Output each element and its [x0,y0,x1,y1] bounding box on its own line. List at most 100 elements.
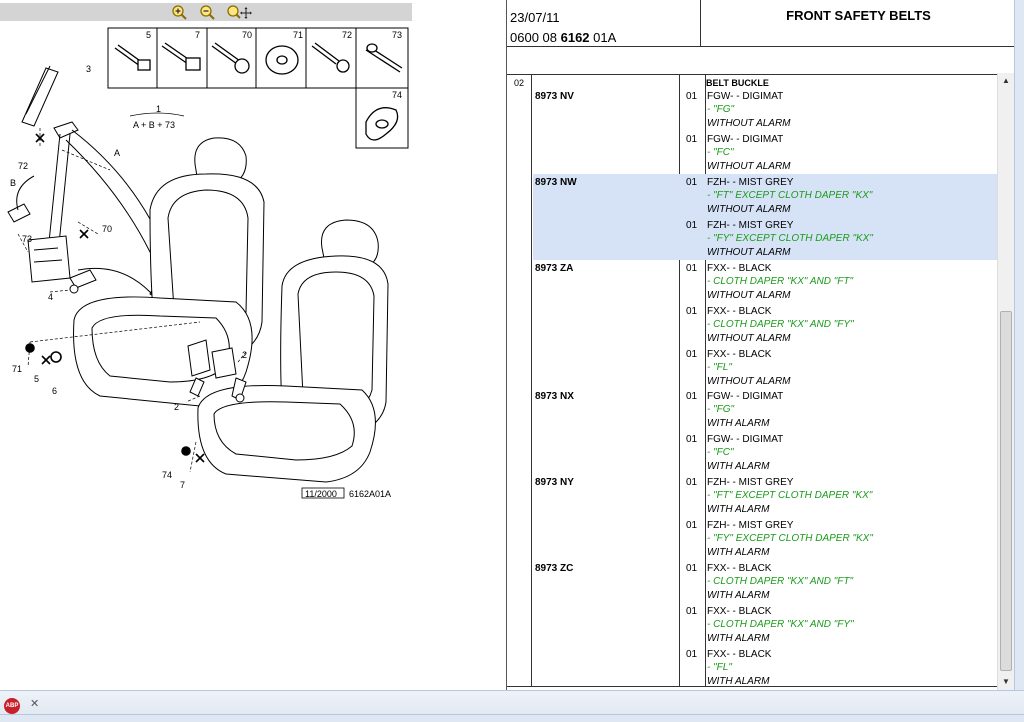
quantity: 01 [686,606,698,617]
callout: 72 [18,161,28,171]
scrollbar-thumb[interactable] [1000,311,1012,671]
kit-formula: A + B + 73 [133,120,175,130]
item-name: FXX- - BLACK [707,349,772,360]
item-name: FGW- - DIGIMAT [707,91,784,102]
item-name: FXX- - BLACK [707,263,772,274]
part-label: 73 [392,30,402,40]
item-condition: - "FT" EXCEPT CLOTH DAPER "KX" [707,190,873,201]
callout: 70 [102,224,112,234]
item-condition: - "FC" [707,147,734,158]
part-label: 70 [242,30,252,40]
item-condition: - "FC" [707,447,734,458]
quantity: 01 [686,349,698,360]
list-item[interactable]: 01 FGW- - DIGIMAT - "FC" WITH ALARM [679,434,1001,474]
group-column: 02 [507,75,532,686]
reference-code: 8973 NV [535,91,574,102]
scroll-up-icon[interactable]: ▲ [998,73,1014,89]
drawing-panel: 5 7 70 71 72 73 74 1 A + B + 73 3 72 A B… [0,0,505,690]
callout: 3 [86,64,91,74]
list-subheader [507,47,1014,75]
page-title: FRONT SAFETY BELTS [786,8,931,23]
adblock-icon[interactable]: ABP [4,698,20,714]
quantity: 01 [686,134,698,145]
list-item[interactable]: 01 FXX- - BLACK - "FL" WITH ALARM [679,649,1001,687]
belt-assembly [7,65,173,303]
item-alarm: WITHOUT ALARM [707,204,791,215]
item-alarm: WITHOUT ALARM [707,161,791,172]
seat-rear [73,137,265,407]
callout: 5 [34,374,39,384]
item-alarm: WITHOUT ALARM [707,290,791,301]
ref-bold: 6162 [560,30,590,45]
item-condition: - CLOTH DAPER "KX" AND "FT" [707,276,854,287]
kit-number: 1 [156,104,161,114]
item-alarm: WITHOUT ALARM [707,247,791,258]
list-item[interactable]: 01 FZH- - MIST GREY - "FY" EXCEPT CLOTH … [679,520,1001,560]
item-condition: - CLOTH DAPER "KX" AND "FY" [707,319,854,330]
quantity: 01 [686,91,698,102]
list-item[interactable]: 01 FGW- - DIGIMAT - "FG" WITHOUT ALARM [679,91,1001,131]
close-icon[interactable]: ✕ [30,697,39,710]
list-item[interactable]: 01 FZH- - MIST GREY - "FY" EXCEPT CLOTH … [679,220,1001,260]
window-edge [1014,0,1024,722]
list-item[interactable]: 01 FGW- - DIGIMAT - "FG" WITH ALARM [679,391,1001,431]
reference-row[interactable]: 8973 ZA 01 FXX- - BLACK - CLOTH DAPER "K… [533,260,1001,388]
list-item[interactable]: 01 FXX- - BLACK - CLOTH DAPER "KX" AND "… [679,606,1001,646]
part-label: 7 [195,30,200,40]
quantity: 01 [686,520,698,531]
quantity: 01 [686,391,698,402]
item-name: FGW- - DIGIMAT [707,134,784,145]
footer-date: 11/2000 [305,489,337,499]
zoom-pan-icon[interactable] [226,4,252,20]
section-heading: BELT BUCKLE [706,78,769,88]
reference-row[interactable]: 8973 ZC 01 FXX- - BLACK - CLOTH DAPER "K… [533,560,1001,687]
callout: 4 [48,292,53,302]
header-date: 23/07/11 [510,10,560,25]
item-name: FZH- - MIST GREY [707,177,794,188]
list-item[interactable]: 01 FZH- - MIST GREY - "FT" EXCEPT CLOTH … [679,477,1001,517]
list-item[interactable]: 01 FXX- - BLACK - CLOTH DAPER "KX" AND "… [679,306,1001,346]
item-name: FZH- - MIST GREY [707,520,794,531]
part-label: 71 [293,30,303,40]
list-item[interactable]: 01 FZH- - MIST GREY - "FT" EXCEPT CLOTH … [679,177,1001,217]
item-condition: - "FG" [707,104,735,115]
reference-row-selected[interactable]: 8973 NW 01 FZH- - MIST GREY - "FT" EXCEP… [533,174,1001,260]
item-alarm: WITHOUT ALARM [707,333,791,344]
item-condition: - "FL" [707,662,732,673]
scroll-down-icon[interactable]: ▼ [998,674,1014,690]
item-name: FXX- - BLACK [707,563,772,574]
ref-suffix: 01A [589,30,617,45]
callout: 74 [162,470,172,480]
quantity: 01 [686,177,698,188]
item-name: FXX- - BLACK [707,606,772,617]
list-item[interactable]: 01 FGW- - DIGIMAT - "FC" WITHOUT ALARM [679,134,1001,174]
parts-list: 02 BELT BUCKLE 8973 NV 01 FGW- - DIGIMAT… [507,75,1001,687]
item-name: FGW- - DIGIMAT [707,391,784,402]
ref-prefix: 0600 08 [510,30,561,45]
vertical-scrollbar[interactable]: ▲ ▼ [997,73,1014,690]
item-condition: - "FY" EXCEPT CLOTH DAPER "KX" [707,233,873,244]
item-alarm: WITH ALARM [707,461,770,472]
item-name: FXX- - BLACK [707,306,772,317]
reference-row[interactable]: 8973 NX 01 FGW- - DIGIMAT - "FG" WITH AL… [533,388,1001,474]
header-info: 23/07/11 0600 08 6162 01A [507,0,701,47]
list-item[interactable]: 01 FXX- - BLACK - CLOTH DAPER "KX" AND "… [679,263,1001,303]
item-alarm: WITH ALARM [707,633,770,644]
zoom-in-icon[interactable] [171,4,189,20]
reference-row[interactable]: 8973 NV 01 FGW- - DIGIMAT - "FG" WITHOUT… [533,88,1001,174]
reference-code: 8973 ZA [535,263,574,274]
reference-row[interactable]: 8973 NY 01 FZH- - MIST GREY - "FT" EXCEP… [533,474,1001,560]
item-alarm: WITH ALARM [707,547,770,558]
reference-code: 8973 NY [535,477,574,488]
list-item[interactable]: 01 FXX- - BLACK - "FL" WITHOUT ALARM [679,349,1001,389]
parts-box [107,27,409,149]
item-condition: - "FG" [707,404,735,415]
item-alarm: WITH ALARM [707,504,770,515]
callout: 6 [52,386,57,396]
list-item[interactable]: 01 FXX- - BLACK - CLOTH DAPER "KX" AND "… [679,563,1001,603]
callout: 7 [180,480,185,490]
item-condition: - "FT" EXCEPT CLOTH DAPER "KX" [707,490,873,501]
zoom-out-icon[interactable] [199,4,217,20]
header-ref: 0600 08 6162 01A [510,28,700,48]
item-name: FXX- - BLACK [707,649,772,660]
